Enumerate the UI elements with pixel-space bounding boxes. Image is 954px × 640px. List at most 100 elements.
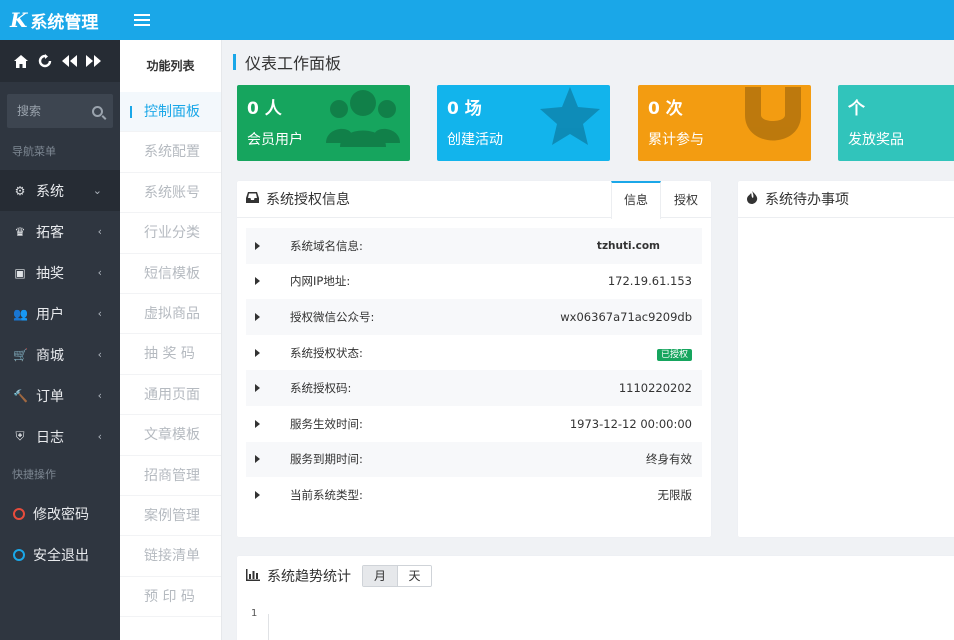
panel-header: 系统趋势统计 月 天 [237, 556, 954, 596]
logout-link[interactable]: 安全退出 [0, 534, 120, 575]
panel-header: 系统待办事项 [738, 181, 954, 218]
search-icon[interactable] [92, 105, 103, 117]
stat-card-participation[interactable]: 0 次 累计参与 [638, 85, 811, 161]
page-title: 仪表工作面板 [233, 52, 341, 73]
func-item-system-config[interactable]: 系统配置 [120, 132, 221, 173]
sidebar-item-label: 订单 [36, 388, 64, 405]
caret-right-icon [255, 241, 260, 250]
chevron-left-icon: ‹ [97, 389, 102, 402]
caret-right-icon [255, 384, 260, 393]
info-row-domain[interactable]: 系统域名信息: tzhuti.com [246, 228, 702, 264]
period-toggle: 月 天 [362, 565, 432, 587]
sidebar-item-label: 商城 [36, 347, 64, 364]
users-icon [326, 90, 400, 147]
info-row-start[interactable]: 服务生效时间: 1973-12-12 00:00:00 [246, 406, 702, 442]
panel-title: 系统待办事项 [765, 192, 849, 208]
tab-auth[interactable]: 授权 [661, 181, 711, 218]
func-item-preprint-code[interactable]: 预 印 码 [120, 577, 221, 618]
search-input[interactable] [17, 104, 87, 118]
change-password-link[interactable]: 修改密码 [0, 493, 120, 534]
info-row-wechat[interactable]: 授权微信公众号: wx06367a71ac9209db [246, 299, 702, 335]
panel-header: 系统授权信息 信息 授权 [237, 181, 711, 219]
gavel-icon: 🔨 [13, 388, 28, 403]
sidebar-item-label: 抽奖 [36, 265, 64, 282]
func-item-system-accounts[interactable]: 系统账号 [120, 173, 221, 214]
todo-panel: 系统待办事项 [738, 181, 954, 537]
quick-item-label: 修改密码 [33, 506, 89, 523]
chevron-left-icon: ‹ [97, 307, 102, 320]
circle-icon [13, 507, 25, 520]
fire-icon [747, 191, 758, 207]
period-month-button[interactable]: 月 [363, 566, 397, 586]
func-item-links[interactable]: 链接清单 [120, 536, 221, 577]
func-item-article-template[interactable]: 文章模板 [120, 415, 221, 456]
nav-section-label: 导航菜单 [12, 145, 56, 158]
info-row-type[interactable]: 当前系统类型: 无限版 [246, 477, 702, 513]
function-list-title: 功能列表 [146, 59, 195, 73]
cart-icon: 🛒 [13, 347, 28, 362]
backward-icon[interactable] [61, 53, 77, 69]
bar-chart-icon [246, 568, 260, 584]
sidebar-item-label: 拓客 [36, 224, 64, 241]
info-key: 系统授权状态: [290, 345, 363, 360]
func-item-recruit[interactable]: 招商管理 [120, 456, 221, 496]
info-key: 授权微信公众号: [290, 309, 375, 324]
info-value: wx06367a71ac9209db [560, 309, 692, 324]
period-day-button[interactable]: 天 [397, 566, 431, 586]
tab-info[interactable]: 信息 [611, 181, 661, 219]
function-list: 功能列表 控制面板 系统配置 系统账号 行业分类 短信模板 虚拟商品 抽 奖 码… [120, 40, 222, 640]
info-value: 1110220202 [618, 381, 692, 396]
y-axis-tick: 1 [251, 608, 258, 619]
func-item-virtual-goods[interactable]: 虚拟商品 [120, 294, 221, 335]
refresh-icon[interactable] [37, 53, 53, 69]
stat-card-activities[interactable]: 0 场 创建活动 [437, 85, 610, 161]
info-key: 系统授权码: [290, 381, 352, 396]
info-value: 172.19.61.153 [607, 274, 692, 289]
magnet-icon [745, 87, 801, 141]
info-row-status[interactable]: 系统授权状态: 已授权 [246, 335, 702, 371]
sidebar-item-users[interactable]: 👥 用户 ‹ [0, 293, 120, 334]
info-row-code[interactable]: 系统授权码: 1110220202 [246, 370, 702, 406]
sidebar: 导航菜单 ⚙ 系统 ⌄ ♛ 拓客 ‹ ▣ 抽奖 ‹ 👥 用户 ‹ 🛒 商城 ‹ … [0, 40, 120, 640]
stat-card-members[interactable]: 0 人 会员用户 [237, 85, 410, 161]
stat-label: 发放奖品 [848, 132, 904, 148]
auth-info-panel: 系统授权信息 信息 授权 系统域名信息: tzhuti.com 内网IP地址: … [237, 181, 711, 537]
info-key: 服务生效时间: [290, 416, 363, 431]
info-row-ip[interactable]: 内网IP地址: 172.19.61.153 [246, 264, 702, 300]
quick-item-label: 安全退出 [33, 547, 89, 564]
info-key: 内网IP地址: [290, 274, 351, 289]
panel-tabs: 信息 授权 [611, 181, 711, 219]
sidebar-quick-icons [0, 40, 120, 82]
sidebar-item-system[interactable]: ⚙ 系统 ⌄ [0, 170, 120, 211]
info-row-expire[interactable]: 服务到期时间: 终身有效 [246, 441, 702, 478]
home-icon[interactable] [13, 53, 29, 69]
sidebar-item-mall[interactable]: 🛒 商城 ‹ [0, 334, 120, 375]
panel-title: 系统授权信息 [266, 192, 350, 208]
info-rows: 系统域名信息: tzhuti.com 内网IP地址: 172.19.61.153… [237, 218, 711, 513]
sidebar-search [7, 94, 113, 128]
shield-icon: ⛨ [15, 429, 25, 443]
sidebar-item-orders[interactable]: 🔨 订单 ‹ [0, 375, 120, 416]
menu-toggle-icon[interactable] [134, 14, 150, 26]
sidebar-item-tuoke[interactable]: ♛ 拓客 ‹ [0, 211, 120, 252]
circle-icon [13, 548, 25, 561]
func-item-sms-template[interactable]: 短信模板 [120, 254, 221, 294]
sidebar-item-label: 系统 [36, 183, 64, 200]
caret-right-icon [255, 348, 260, 357]
inbox-icon [246, 192, 259, 206]
trend-panel: 系统趋势统计 月 天 1 [237, 556, 954, 640]
sidebar-item-lottery[interactable]: ▣ 抽奖 ‹ [0, 252, 120, 293]
y-axis-line [268, 614, 269, 640]
func-item-cases[interactable]: 案例管理 [120, 496, 221, 537]
app-logo[interactable]: K 系统管理 [0, 0, 120, 40]
forward-icon[interactable] [85, 53, 101, 69]
sidebar-item-logs[interactable]: ⛨ 日志 ‹ [0, 416, 120, 457]
func-item-lottery-code[interactable]: 抽 奖 码 [120, 334, 221, 375]
func-item-industry[interactable]: 行业分类 [120, 213, 221, 254]
top-bar: K 系统管理 [0, 0, 954, 40]
func-item-dashboard[interactable]: 控制面板 [120, 92, 221, 133]
func-item-common-page[interactable]: 通用页面 [120, 375, 221, 416]
panel-title: 系统趋势统计 [267, 569, 351, 585]
stat-card-prizes[interactable]: 个 发放奖品 [838, 85, 954, 161]
info-value: 终身有效 [646, 452, 692, 467]
